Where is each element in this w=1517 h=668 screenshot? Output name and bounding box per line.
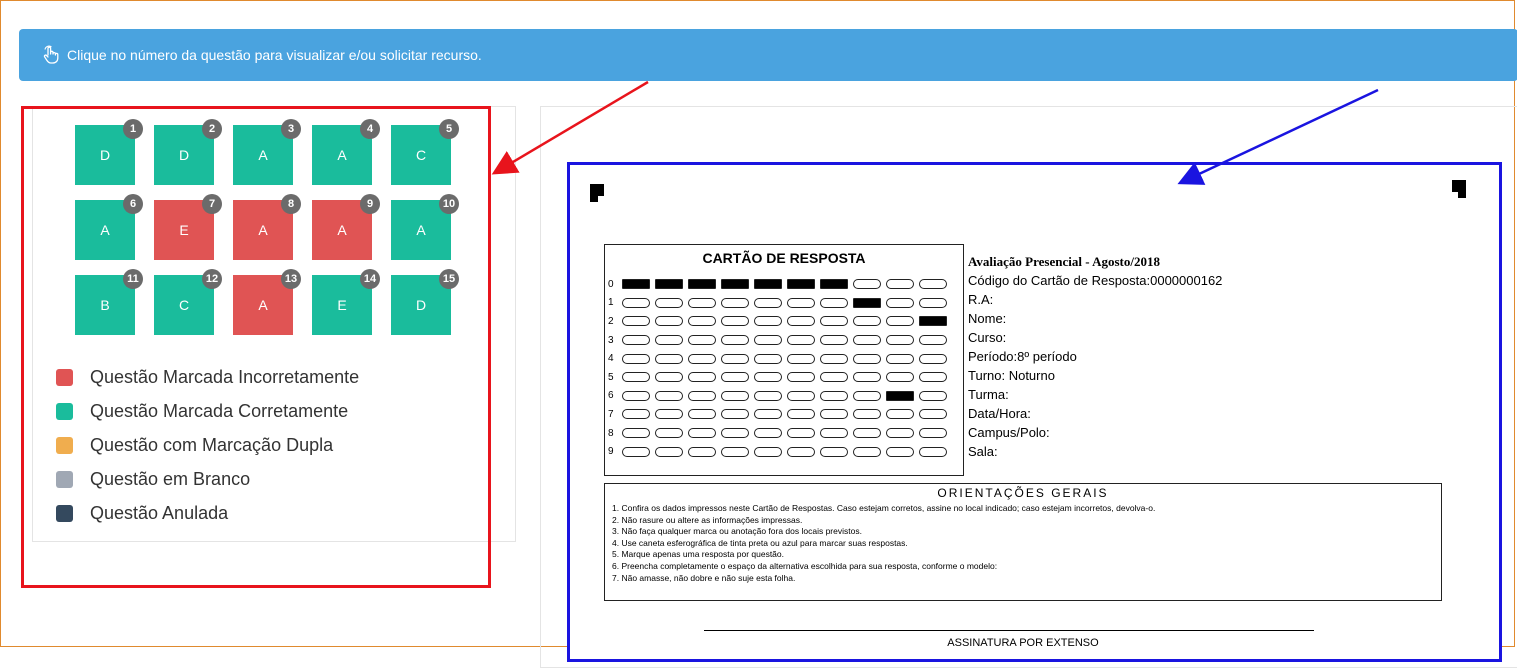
blue-arrow	[1177, 88, 1379, 185]
annotation-arrows	[491, 80, 1379, 185]
red-arrow	[491, 80, 649, 175]
